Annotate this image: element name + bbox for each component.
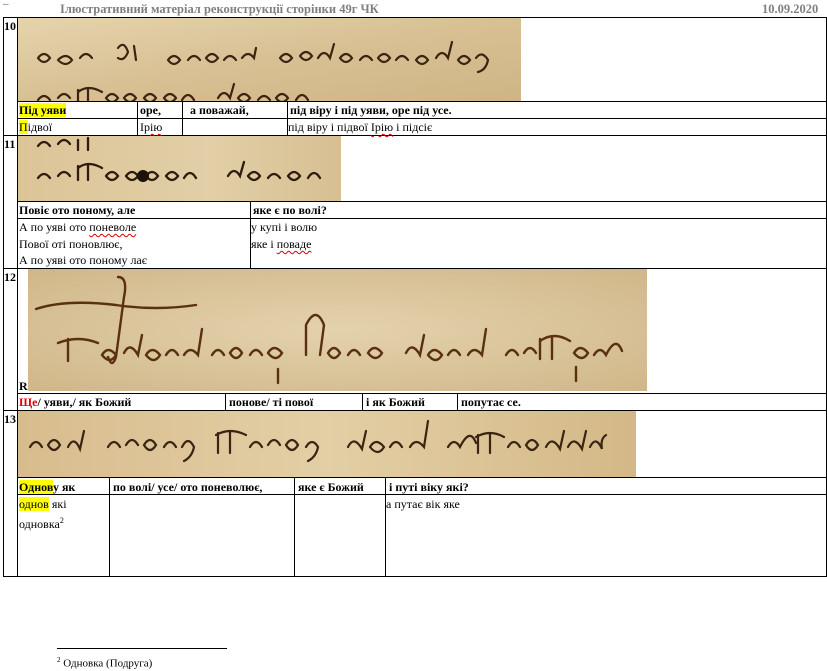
s13-header-2: по волі/ усе/ ото поневолює, — [113, 480, 263, 494]
page-date: 10.09.2020 — [762, 2, 819, 16]
col-border — [225, 393, 226, 410]
s11-line-3: А по уяві ото поному лає — [19, 253, 147, 267]
col-border — [109, 477, 110, 577]
header-mark: _ — [3, 0, 9, 6]
s11-right-1: у купі і волю — [251, 220, 318, 234]
col-border — [385, 477, 386, 577]
manuscript-image-13 — [18, 411, 636, 477]
page-title: Ілюстративний матеріал реконструкції сто… — [60, 2, 379, 16]
s13-header-4: і путі віку які? — [389, 480, 469, 494]
s10-row-2: Ірію — [140, 120, 163, 134]
s10-header-2: оре, — [140, 103, 161, 117]
table-left-border — [3, 17, 4, 577]
section-number-13: 13 — [4, 412, 16, 426]
s12-header-2: понове/ ті пової — [229, 395, 314, 409]
s13-cell-1-line-1: однов які — [19, 497, 67, 511]
col-border — [182, 101, 183, 135]
footnote-ref[interactable]: 2 — [60, 516, 64, 525]
s11-header-2: яке є по волі? — [253, 203, 327, 217]
col-border — [137, 101, 138, 135]
rule — [17, 494, 827, 495]
manuscript-image-12 — [28, 269, 647, 391]
rule — [17, 118, 827, 119]
s11-line-1: А по уяві ото поневоле — [19, 220, 137, 234]
footnote-text: Одновка (Подруга) — [63, 657, 153, 670]
s11-line-2: Пової оті поновлює, — [19, 237, 123, 251]
s10-header-3: а поважай, — [190, 103, 249, 117]
s10-header-1: Під уяви — [19, 103, 67, 117]
rule — [3, 576, 827, 577]
s10-row-1: Підвої — [19, 120, 53, 134]
footnote-separator — [57, 648, 227, 649]
s13-cell-1-line-2: одновка2 — [19, 516, 64, 531]
s12-header-1: Ще/ уяви,/ як Божий — [19, 395, 132, 409]
rule — [17, 218, 827, 219]
section-12-marker: R — [19, 379, 28, 393]
col-border — [250, 201, 251, 268]
section-number-12: 12 — [4, 270, 16, 284]
manuscript-image-10 — [18, 18, 521, 101]
footnote-marker: 2 — [57, 656, 61, 664]
s10-row-4: під віру і підвої Ірію і підсіє — [288, 120, 433, 134]
s10-header-4: під віру і під уяви, оре під усе. — [290, 103, 452, 117]
footnote: 2 Одновка (Подруга) — [57, 653, 152, 671]
section-number-10: 10 — [4, 19, 16, 33]
rule — [17, 393, 827, 394]
s13-header-1: Однову як — [19, 480, 76, 494]
s12-header-4: попутає се. — [461, 395, 521, 409]
manuscript-image-11 — [18, 136, 341, 201]
rule — [17, 201, 827, 202]
s13-header-3: яке є Божий — [298, 480, 364, 494]
col-border — [457, 393, 458, 410]
s12-header-3: і як Божий — [366, 395, 425, 409]
col-border — [294, 477, 295, 577]
col-border — [362, 393, 363, 410]
section-number-11: 11 — [4, 137, 16, 151]
rule — [17, 477, 827, 478]
s11-header-1: Повіє ото поному, але — [19, 203, 136, 217]
s11-right-2: яке і поваде — [251, 237, 312, 251]
rule — [17, 101, 827, 102]
s13-cell-4: а путає вік яке — [386, 497, 460, 511]
